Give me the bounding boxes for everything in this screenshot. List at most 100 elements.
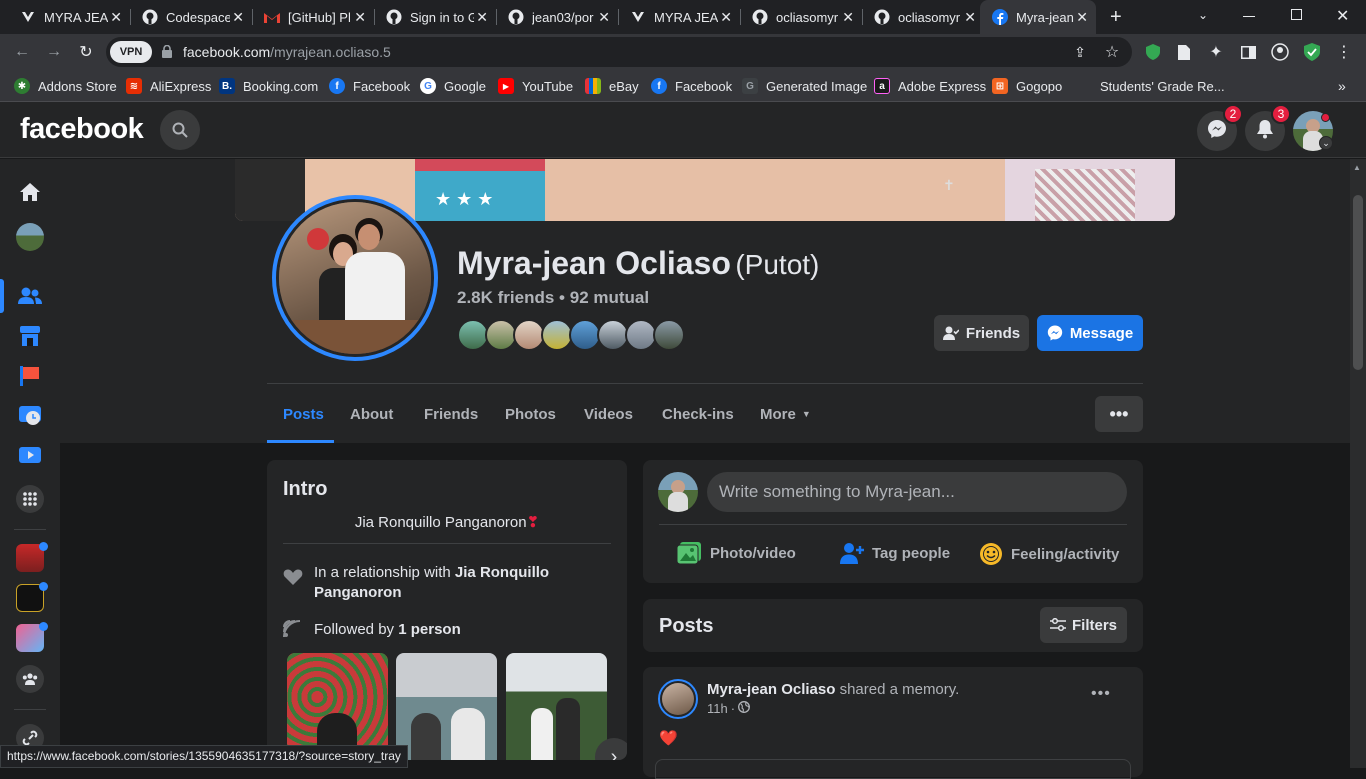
reload-icon[interactable]: ↻ <box>76 42 96 62</box>
document-icon[interactable] <box>1174 42 1194 62</box>
bookmark-item[interactable]: G Generated Image <box>742 76 867 96</box>
close-tab-icon[interactable]: ✕ <box>232 9 244 26</box>
close-tab-icon[interactable]: ✕ <box>354 9 366 26</box>
url-text[interactable]: facebook.com/myrajean.ocliaso.5 <box>183 44 391 60</box>
tag-people-button[interactable]: Tag people <box>840 542 950 564</box>
messenger-button[interactable]: 2 <box>1197 104 1243 151</box>
more-options-button[interactable]: ••• <box>1095 396 1143 432</box>
tab-more[interactable]: More ▼ <box>760 398 811 430</box>
vpn-badge[interactable]: VPN <box>110 41 152 63</box>
browser-tab[interactable]: [GitHub] Pl ✕ <box>252 0 374 34</box>
browser-tab[interactable]: MYRA JEAN ✕ <box>618 0 740 34</box>
close-window-icon[interactable]: ✕ <box>1336 6 1349 26</box>
bookmarks-overflow-icon[interactable]: » <box>1338 76 1346 96</box>
friends-count[interactable]: 2.8K friends <box>457 288 554 307</box>
shield-check-icon[interactable] <box>1302 42 1322 62</box>
profile-shortcut-avatar[interactable] <box>16 223 44 251</box>
mutual-count[interactable]: 92 mutual <box>570 288 649 307</box>
friends-button[interactable]: Friends <box>934 315 1029 351</box>
friend-avatar[interactable] <box>653 319 685 351</box>
watch-video-icon[interactable] <box>16 442 44 470</box>
browser-tab-active[interactable]: Myra-jean ✕ <box>980 0 1096 34</box>
new-tab-icon[interactable]: + <box>1110 6 1122 29</box>
search-icon[interactable] <box>160 110 200 150</box>
bookmark-item[interactable]: eBay <box>585 76 639 96</box>
browser-tab[interactable]: ocliasomyr ✕ <box>740 0 862 34</box>
share-icon[interactable]: ⇪ <box>1070 42 1090 62</box>
facebook-icon: f <box>651 78 667 94</box>
browser-tab[interactable]: jean03/por ✕ <box>496 0 618 34</box>
bookmark-item[interactable]: f Facebook <box>329 76 410 96</box>
featured-photo[interactable] <box>287 653 388 760</box>
bookmark-item[interactable]: B. Booking.com <box>219 76 318 96</box>
close-tab-icon[interactable]: ✕ <box>720 9 732 26</box>
browser-tab[interactable]: MYRA JEAN ✕ <box>8 0 130 34</box>
photo-video-button[interactable]: Photo/video <box>677 542 796 564</box>
filters-button[interactable]: Filters <box>1040 607 1127 643</box>
featured-photo[interactable] <box>396 653 497 760</box>
composer-input[interactable]: Write something to Myra-jean... <box>707 472 1127 512</box>
close-tab-icon[interactable]: ✕ <box>1076 9 1088 26</box>
back-icon[interactable]: ← <box>12 42 32 62</box>
menu-kebab-icon[interactable]: ⋮ <box>1334 42 1354 62</box>
tab-friends[interactable]: Friends <box>424 398 478 430</box>
close-tab-icon[interactable]: ✕ <box>110 9 122 26</box>
groups-icon[interactable] <box>16 665 44 693</box>
profile-picture[interactable] <box>272 195 438 361</box>
extensions-puzzle-icon[interactable]: ✦ <box>1206 42 1226 62</box>
lock-icon[interactable] <box>162 44 172 58</box>
friends-icon[interactable] <box>16 282 44 310</box>
bookmark-item[interactable]: ✱ Addons Store <box>14 76 117 96</box>
bookmark-item[interactable]: G Google <box>420 76 486 96</box>
post-time[interactable]: 11h <box>707 701 728 716</box>
tab-about[interactable]: About <box>350 398 393 430</box>
post-author-avatar[interactable] <box>658 679 698 719</box>
tab-check-ins[interactable]: Check-ins <box>662 398 734 430</box>
tab-photos[interactable]: Photos <box>505 398 556 430</box>
close-tab-icon[interactable]: ✕ <box>476 9 488 26</box>
unread-dot <box>39 622 48 631</box>
tab-videos[interactable]: Videos <box>584 398 633 430</box>
close-tab-icon[interactable]: ✕ <box>598 9 610 26</box>
composer-avatar[interactable] <box>658 472 698 512</box>
github-icon <box>386 9 402 25</box>
bookmark-item[interactable]: ≋ AliExpress <box>126 76 211 96</box>
message-button[interactable]: Message <box>1037 315 1143 351</box>
forward-icon[interactable]: → <box>44 42 64 62</box>
facebook-logo[interactable]: facebook <box>20 113 144 146</box>
tab-search-icon[interactable]: ⌄ <box>1198 8 1208 22</box>
restore-icon[interactable] <box>1291 9 1302 20</box>
post-author-link[interactable]: Myra-jean Ocliaso <box>707 681 835 698</box>
browser-tab[interactable]: Sign in to G ✕ <box>374 0 496 34</box>
feeling-activity-button[interactable]: Feeling/activity <box>979 542 1119 566</box>
browser-tab[interactable]: ocliasomyr ✕ <box>862 0 984 34</box>
close-tab-icon[interactable]: ✕ <box>964 9 976 26</box>
minimize-icon[interactable] <box>1243 16 1255 17</box>
chevron-down-icon[interactable]: ⌄ <box>1319 136 1333 150</box>
notifications-button[interactable]: 3 <box>1245 104 1291 151</box>
home-icon[interactable] <box>16 178 44 206</box>
bookmark-item[interactable]: f Facebook <box>651 76 732 96</box>
memories-clock-icon[interactable] <box>16 402 44 430</box>
tab-posts[interactable]: Posts <box>283 398 324 430</box>
menu-grid-icon[interactable] <box>16 485 44 513</box>
side-panel-icon[interactable] <box>1238 42 1258 62</box>
post-options-icon[interactable]: ••• <box>1091 685 1111 703</box>
marketplace-icon[interactable] <box>16 322 44 350</box>
browser-tab[interactable]: Codespaces ✕ <box>130 0 252 34</box>
scroll-up-icon[interactable]: ▲ <box>1353 163 1361 172</box>
profile-icon[interactable] <box>1270 42 1290 62</box>
extension-lock-icon[interactable] <box>1143 42 1163 62</box>
bookmark-item[interactable]: ⊞ Gogopo <box>992 76 1062 96</box>
pages-flag-icon[interactable] <box>16 362 44 390</box>
followers-link[interactable]: 1 person <box>398 621 461 638</box>
scrollbar-thumb[interactable] <box>1353 195 1363 370</box>
address-bar[interactable]: VPN facebook.com/myrajean.ocliaso.5 ⇪ ☆ <box>106 37 1132 67</box>
followed-prefix: Followed by <box>314 621 395 638</box>
bookmark-item[interactable]: a Adobe Express <box>874 76 986 96</box>
bookmark-item[interactable]: ▶ YouTube <box>498 76 573 96</box>
featured-photo[interactable] <box>506 653 607 760</box>
bookmark-item[interactable]: Students' Grade Re... <box>1100 76 1225 96</box>
close-tab-icon[interactable]: ✕ <box>842 9 854 26</box>
bookmark-star-icon[interactable]: ☆ <box>1102 42 1122 62</box>
